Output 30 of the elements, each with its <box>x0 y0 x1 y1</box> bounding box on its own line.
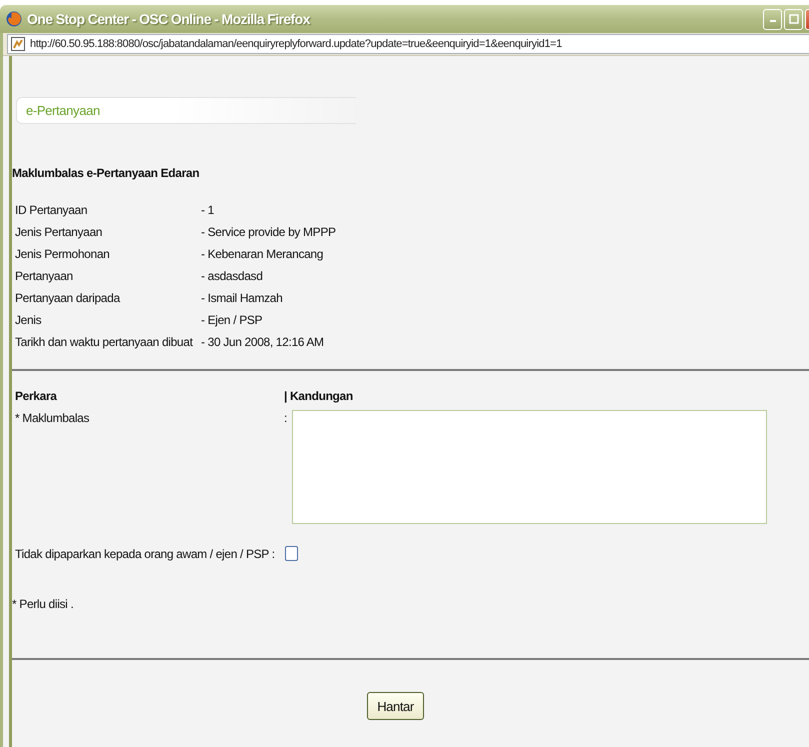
detail-label: Jenis Pertanyaan <box>15 225 104 239</box>
detail-value: - 1 <box>201 203 215 217</box>
detail-value: - Kebenaran Merancang <box>201 247 324 261</box>
required-note: * Perlu diisi . <box>12 597 74 611</box>
maximize-button[interactable] <box>784 8 803 30</box>
detail-label: ID Pertanyaan <box>15 203 88 217</box>
detail-label: Pertanyaan daripada <box>15 291 122 305</box>
column-header: Perkara <box>15 388 58 405</box>
separator: : <box>284 410 288 427</box>
detail-label: Jenis <box>15 313 42 327</box>
column-header: | Kandungan <box>284 388 354 405</box>
detail-value: - Ismail Hamzah <box>201 291 284 305</box>
checkbox-label: Tidak dipaparkan kepada orang awam / ejen / PSP : <box>15 546 275 560</box>
page-icon <box>11 37 25 51</box>
reply-textarea[interactable] <box>292 410 767 524</box>
checkbox[interactable] <box>284 546 298 561</box>
detail-label: Tarikh dan waktu pertanyaan dibuat <box>15 335 194 349</box>
detail-label: Jenis Permohonan <box>15 247 110 261</box>
minimize-button[interactable] <box>763 8 782 30</box>
detail-value: - Service provide by MPPP <box>201 225 336 239</box>
maximize-icon <box>788 14 798 24</box>
detail-value: - asdasdasd <box>201 269 264 283</box>
detail-label: Pertanyaan <box>15 269 74 283</box>
submit-button[interactable]: Hantar <box>367 692 424 720</box>
field-label: * Maklumbalas <box>15 410 90 427</box>
window-title: One Stop Center - OSC Online - Mozilla Firefox <box>27 11 312 27</box>
detail-value: - 30 Jun 2008, 12:16 AM <box>201 335 325 349</box>
page-heading: Maklumbalas e-Pertanyaan Edaran <box>12 166 200 180</box>
detail-value: - Ejen / PSP <box>201 313 264 327</box>
firefox-icon <box>6 11 22 27</box>
